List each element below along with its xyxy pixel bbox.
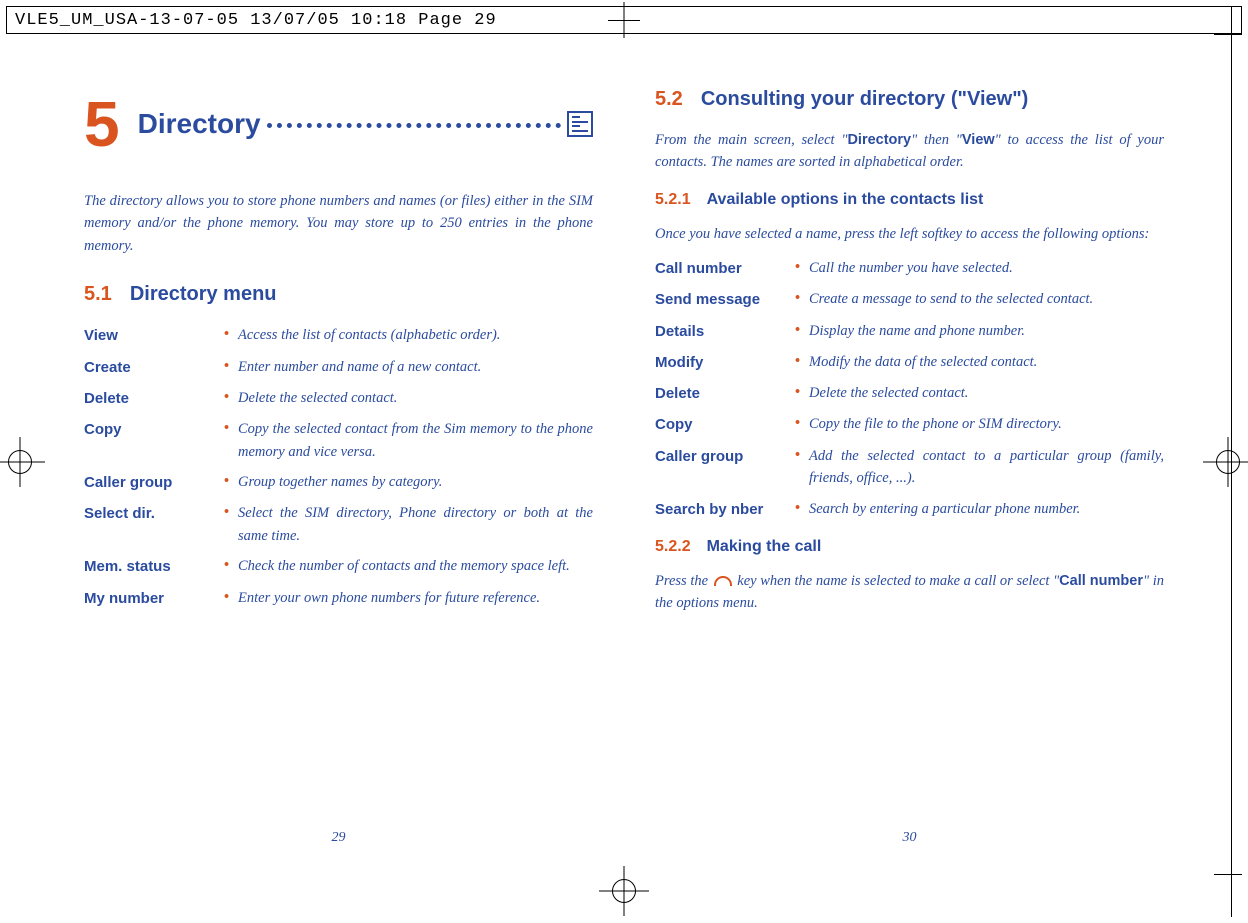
- menu-item: View•Access the list of contacts (alphab…: [84, 324, 593, 347]
- section-5-2-para: From the main screen, select "Directory"…: [655, 129, 1164, 174]
- leader-dots: [267, 123, 561, 128]
- menu-item: Select dir.•Select the SIM directory, Ph…: [84, 502, 593, 547]
- section-5-2-1-heading: 5.2.1 Available options in the contacts l…: [655, 188, 1164, 213]
- registration-mark-left: [8, 450, 32, 474]
- menu-item: Mem. status•Check the number of contacts…: [84, 555, 593, 578]
- directory-icon: [567, 111, 593, 137]
- crop-marks-right: [1214, 6, 1242, 917]
- section-title: Directory menu: [130, 283, 277, 305]
- section-5-1-heading: 5.1 Directory menu: [84, 279, 593, 310]
- options-list: Call number•Call the number you have sel…: [655, 257, 1164, 521]
- section-5-2-2-para: Press the key when the name is selected …: [655, 570, 1164, 615]
- section-5-2-1-intro: Once you have selected a name, press the…: [655, 223, 1164, 245]
- directory-menu-list: View•Access the list of contacts (alphab…: [84, 324, 593, 609]
- chapter-title: Directory: [138, 102, 261, 145]
- option-item: Copy•Copy the file to the phone or SIM d…: [655, 413, 1164, 436]
- chapter-heading: 5 Directory: [84, 92, 593, 156]
- call-key-icon: [714, 576, 732, 586]
- section-5-2-2-heading: 5.2.2 Making the call: [655, 535, 1164, 560]
- menu-item: My number•Enter your own phone numbers f…: [84, 587, 593, 610]
- menu-item: Delete•Delete the selected contact.: [84, 387, 593, 410]
- menu-item: Copy•Copy the selected contact from the …: [84, 418, 593, 463]
- section-number: 5.1: [84, 283, 112, 305]
- option-item: Send message•Create a message to send to…: [655, 288, 1164, 311]
- page-number-right: 30: [903, 827, 917, 849]
- option-item: Details•Display the name and phone numbe…: [655, 320, 1164, 343]
- option-item: Search by nber•Search by entering a part…: [655, 498, 1164, 521]
- option-item: Caller group•Add the selected contact to…: [655, 445, 1164, 490]
- section-number: 5.2: [655, 88, 683, 110]
- subsection-number: 5.2.1: [655, 191, 691, 208]
- option-item: Delete•Delete the selected contact.: [655, 382, 1164, 405]
- option-item: Modify•Modify the data of the selected c…: [655, 351, 1164, 374]
- registration-mark-bottom: [612, 879, 636, 903]
- page-right: 5.2 Consulting your directory ("View") Fr…: [655, 80, 1164, 863]
- header-text: VLE5_UM_USA-13-07-05 13/07/05 10:18 Page…: [15, 11, 497, 30]
- page-left: 5 Directory The directory allows you to …: [84, 80, 593, 863]
- option-item: Call number•Call the number you have sel…: [655, 257, 1164, 280]
- page-number-left: 29: [332, 827, 346, 849]
- subsection-number: 5.2.2: [655, 538, 691, 555]
- menu-item: Caller group•Group together names by cat…: [84, 471, 593, 494]
- chapter-number: 5: [84, 92, 120, 156]
- subsection-title: Making the call: [707, 538, 822, 555]
- section-5-2-heading: 5.2 Consulting your directory ("View"): [655, 84, 1164, 115]
- section-title: Consulting your directory ("View"): [701, 88, 1029, 110]
- menu-item: Create•Enter number and name of a new co…: [84, 356, 593, 379]
- subsection-title: Available options in the contacts list: [707, 191, 984, 208]
- chapter-intro: The directory allows you to store phone …: [84, 190, 593, 257]
